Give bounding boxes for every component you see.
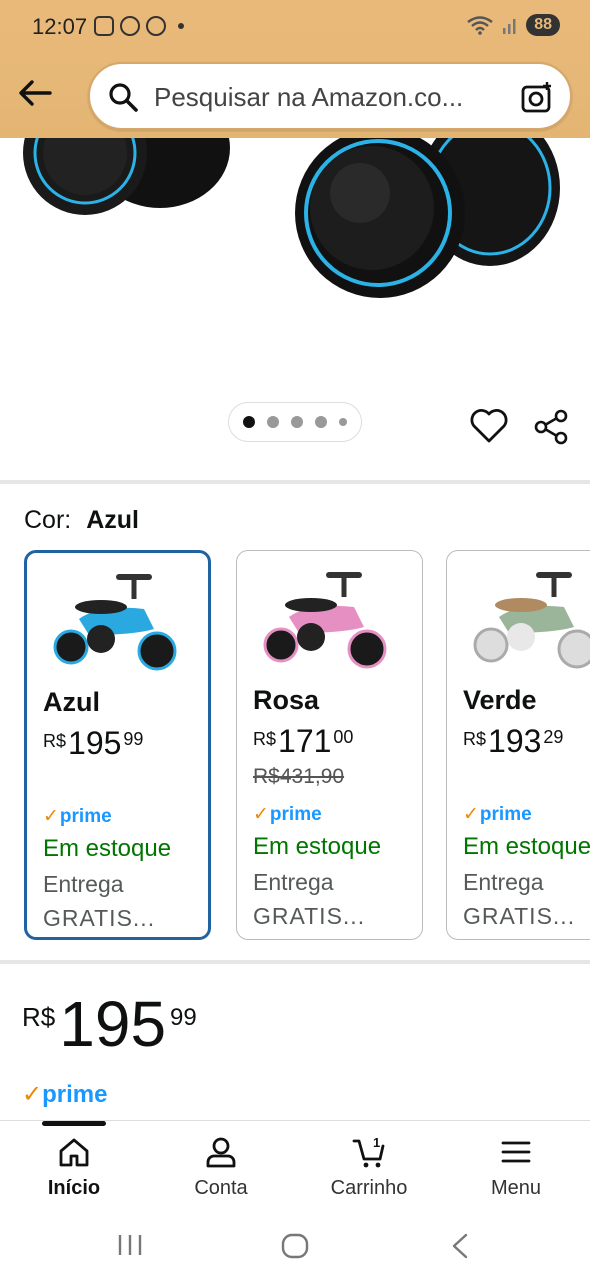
pager-dot[interactable] — [339, 418, 347, 426]
nav-menu-label: Menu — [490, 1177, 542, 1199]
bottom-navigation: Início Conta 1 Carrinho Menu — [0, 1120, 590, 1212]
home-button-icon[interactable] — [280, 1232, 310, 1260]
variant-price-currency: R$ — [253, 729, 277, 749]
notification-icons — [94, 16, 184, 36]
signal-icon — [503, 19, 516, 34]
status-bar: 12:07 88 — [0, 0, 590, 56]
share-icon[interactable] — [532, 408, 570, 446]
nav-home-label: Início — [47, 1177, 101, 1199]
variant-price-currency: R$ — [463, 729, 487, 749]
variant-stock: Em estoque — [463, 833, 590, 860]
image-pager[interactable] — [228, 402, 362, 442]
pager-dot[interactable] — [291, 416, 303, 428]
pager-dot[interactable] — [267, 416, 279, 428]
search-bar[interactable]: Pesquisar na Amazon.co... — [88, 62, 572, 130]
account-icon — [206, 1137, 236, 1168]
section-divider — [0, 480, 590, 484]
nav-menu[interactable]: Menu — [456, 1135, 576, 1200]
cart-icon: 1 — [352, 1135, 385, 1168]
variant-price-cents: 99 — [123, 729, 144, 749]
color-variant-card[interactable]: Azul R$ 195 99 ✓prime Em estoque Entrega GRATIS… — [24, 550, 211, 940]
variant-price-cents: 00 — [333, 727, 354, 747]
active-tab-indicator — [42, 1121, 106, 1126]
pager-dot-active[interactable] — [243, 416, 255, 428]
variant-name: Rosa — [253, 685, 320, 715]
variant-old-price: R$431,90 — [253, 765, 345, 788]
variant-shipping-free: GRATIS... — [43, 905, 156, 931]
selected-color: Azul — [86, 506, 139, 534]
price-whole: 195 — [59, 988, 167, 1060]
variant-price-whole: 171 — [278, 723, 332, 759]
price-cents: 99 — [170, 1004, 197, 1031]
recent-apps-icon[interactable] — [116, 1232, 144, 1258]
variant-prime-badge: ✓prime — [253, 803, 322, 826]
nav-account-label: Conta — [194, 1177, 248, 1199]
prime-check-icon: ✓ — [463, 804, 479, 825]
camera-search-icon[interactable] — [520, 80, 554, 114]
variant-prime-text: prime — [479, 804, 532, 825]
variant-name: Azul — [43, 687, 100, 717]
home-icon — [59, 1138, 89, 1167]
screenshot-icon — [94, 16, 114, 36]
menu-icon — [501, 1141, 531, 1163]
nav-cart-label: Carrinho — [330, 1177, 408, 1199]
pager-dot[interactable] — [315, 416, 327, 428]
variant-price-whole: 195 — [68, 725, 122, 761]
whatsapp-icon — [146, 16, 166, 36]
variant-price-cents: 29 — [543, 727, 564, 747]
variant-stock: Em estoque — [43, 835, 172, 862]
variant-prime-text: prime — [269, 804, 322, 825]
status-time: 12:07 — [32, 14, 88, 39]
prime-check-icon: ✓ — [43, 806, 59, 827]
color-label-text: Cor: — [24, 506, 72, 534]
search-placeholder[interactable]: Pesquisar na Amazon.co... — [154, 82, 463, 113]
nav-cart[interactable]: 1 Carrinho — [309, 1135, 429, 1200]
color-variant-card[interactable]: Verde R$ 193 29 ✓prime Em estoque Entrega GRATI… — [446, 550, 590, 940]
soccer-icon — [120, 16, 140, 36]
system-navigation-bar — [0, 1212, 590, 1280]
variant-image — [53, 574, 177, 671]
variant-shipping-free: GRATIS... — [463, 903, 576, 929]
variant-price-currency: R$ — [43, 731, 67, 751]
section-divider — [0, 960, 590, 964]
system-back-icon[interactable] — [448, 1232, 472, 1260]
variant-shipping: Entrega — [463, 869, 544, 895]
variant-prime-badge: ✓prime — [463, 803, 532, 826]
variant-price: R$ 195 99 — [43, 725, 143, 762]
variant-shipping-free: GRATIS... — [253, 903, 366, 929]
battery-indicator: 88 — [526, 14, 560, 36]
app-header: 12:07 88 Pesquisar na Amazon.co... — [0, 0, 590, 138]
product-price: R$ 195 99 — [22, 992, 197, 1056]
prime-badge-text: prime — [42, 1081, 108, 1108]
more-notifications-icon — [178, 23, 184, 29]
variant-shipping: Entrega — [253, 869, 334, 895]
variant-shipping: Entrega — [43, 871, 124, 897]
variant-stock: Em estoque — [253, 833, 382, 860]
variant-price: R$ 193 29 — [463, 723, 563, 760]
prime-check-icon: ✓ — [22, 1081, 43, 1108]
variant-image — [473, 572, 590, 669]
heart-icon[interactable] — [470, 408, 508, 444]
wifi-icon — [467, 16, 493, 35]
variant-prime-text: prime — [59, 806, 112, 827]
variant-price: R$ 171 00 — [253, 723, 353, 760]
variant-image — [263, 572, 387, 669]
back-arrow-icon[interactable] — [16, 74, 54, 112]
nav-home[interactable]: Início — [14, 1135, 134, 1200]
price-currency: R$ — [22, 1002, 56, 1032]
color-label: Cor: Azul — [24, 506, 139, 535]
prime-check-icon: ✓ — [253, 804, 269, 825]
color-variant-card[interactable]: Rosa R$ 171 00 R$431,90 ✓prime Em estoque Entre… — [236, 550, 423, 940]
nav-account[interactable]: Conta — [161, 1135, 281, 1200]
variant-name: Verde — [463, 685, 537, 715]
search-icon — [109, 83, 138, 112]
color-variant-carousel[interactable]: Azul R$ 195 99 ✓prime Em estoque Entrega GRATIS… — [0, 550, 590, 942]
variant-price-whole: 193 — [488, 723, 542, 759]
variant-prime-badge: ✓prime — [43, 805, 112, 828]
cart-count: 1 — [373, 1135, 380, 1150]
prime-badge: ✓prime — [22, 1080, 107, 1109]
